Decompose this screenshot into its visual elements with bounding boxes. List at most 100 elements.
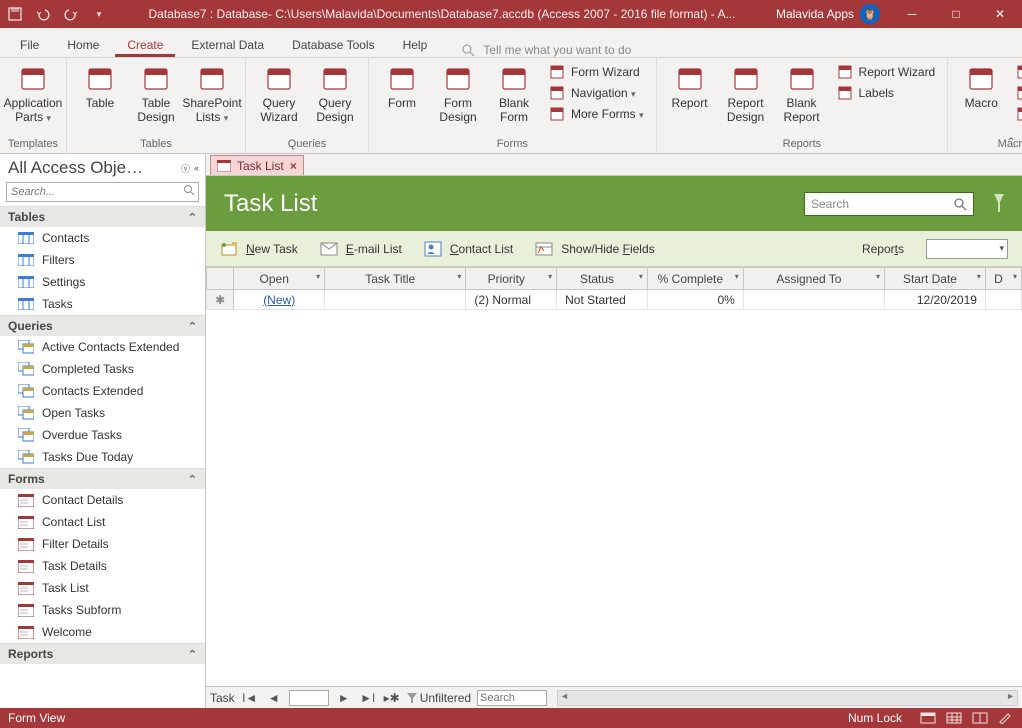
col-assigned-to[interactable]: Assigned To▾ <box>743 268 884 290</box>
cell-open[interactable]: (New) <box>234 290 325 310</box>
ribbon-table-button[interactable]: Table <box>73 60 127 111</box>
first-record-button[interactable]: I◄ <box>241 691 259 705</box>
chevron-down-icon[interactable]: ▾ <box>1013 272 1017 281</box>
chevron-down-icon[interactable]: ▾ <box>735 272 739 281</box>
task-grid[interactable]: Open▾Task Title▾Priority▾Status▾% Comple… <box>206 267 1022 686</box>
ribbon-labels-button[interactable]: Labels <box>831 83 942 103</box>
cell-start-date[interactable]: 12/20/2019 <box>885 290 986 310</box>
redo-icon[interactable] <box>62 5 80 23</box>
minimize-button[interactable]: ─ <box>890 0 934 28</box>
chevron-down-icon[interactable]: ▾ <box>977 272 981 281</box>
nav-item-settings[interactable]: Settings <box>0 271 205 293</box>
menu-file[interactable]: File <box>8 32 51 57</box>
chevron-down-icon[interactable]: ▾ <box>316 272 320 281</box>
row-selector[interactable]: ✱ <box>207 290 234 310</box>
last-record-button[interactable]: ►I <box>359 691 377 705</box>
nav-body[interactable]: Tables⌃ContactsFiltersSettingsTasksQueri… <box>0 206 205 708</box>
ribbon-report-design-button[interactable]: ReportDesign <box>719 60 773 125</box>
ribbon-form-design-button[interactable]: FormDesign <box>431 60 485 125</box>
cell-pct-complete[interactable]: 0% <box>647 290 743 310</box>
layout-view-icon[interactable] <box>972 712 988 724</box>
record-number-input[interactable] <box>289 690 329 706</box>
nav-group-reports[interactable]: Reports⌃ <box>0 643 205 664</box>
col-priority[interactable]: Priority▾ <box>466 268 557 290</box>
horizontal-scrollbar[interactable] <box>557 690 1018 706</box>
prev-record-button[interactable]: ◄ <box>265 691 283 705</box>
ribbon-blank-form-button[interactable]: BlankForm <box>487 60 541 125</box>
design-view-icon[interactable] <box>998 712 1014 724</box>
cell-status[interactable]: Not Started <box>557 290 648 310</box>
ribbon-application-parts-button[interactable]: ApplicationParts ▾ <box>6 60 60 125</box>
ribbon-query-wizard-button[interactable]: QueryWizard <box>252 60 306 125</box>
nav-group-queries[interactable]: Queries⌃ <box>0 315 205 336</box>
nav-item-task-details[interactable]: Task Details <box>0 555 205 577</box>
menu-external-data[interactable]: External Data <box>179 32 276 57</box>
cell-d[interactable] <box>985 290 1021 310</box>
nav-item-task-list[interactable]: Task List <box>0 577 205 599</box>
menu-help[interactable]: Help <box>391 32 440 57</box>
email-list-button[interactable]: E-mail List <box>320 240 402 258</box>
nav-item-contact-list[interactable]: Contact List <box>0 511 205 533</box>
maximize-button[interactable]: □ <box>934 0 978 28</box>
nav-item-contacts-extended[interactable]: Contacts Extended <box>0 380 205 402</box>
col-open[interactable]: Open▾ <box>234 268 325 290</box>
collapse-ribbon-icon[interactable]: ⌃ <box>1006 135 1016 149</box>
ribbon-report-wizard-button[interactable]: Report Wizard <box>831 62 942 82</box>
nav-item-tasks-subform[interactable]: Tasks Subform <box>0 599 205 621</box>
ribbon-macro-button[interactable]: Macro <box>954 60 1008 111</box>
nav-item-completed-tasks[interactable]: Completed Tasks <box>0 358 205 380</box>
col-status[interactable]: Status▾ <box>557 268 648 290</box>
contact-list-button[interactable]: Contact List <box>424 240 513 258</box>
menu-home[interactable]: Home <box>55 32 111 57</box>
reports-combo[interactable]: ▾ <box>926 239 1008 259</box>
tab-task-list[interactable]: Task List × <box>210 155 304 175</box>
nav-item-contact-details[interactable]: Contact Details <box>0 489 205 511</box>
col--complete[interactable]: % Complete▾ <box>647 268 743 290</box>
qat-customize-icon[interactable]: ▾ <box>90 5 108 23</box>
nav-item-filter-details[interactable]: Filter Details <box>0 533 205 555</box>
close-button[interactable]: ✕ <box>978 0 1022 28</box>
nav-item-contacts[interactable]: Contacts <box>0 227 205 249</box>
col-task-title[interactable]: Task Title▾ <box>325 268 466 290</box>
cell-priority[interactable]: (2) Normal <box>466 290 557 310</box>
ribbon-form-wizard-button[interactable]: Form Wizard <box>543 62 650 82</box>
menu-create[interactable]: Create <box>115 32 175 57</box>
search-icon[interactable] <box>183 184 195 196</box>
ribbon-report-button[interactable]: Report <box>663 60 717 111</box>
next-record-button[interactable]: ► <box>335 691 353 705</box>
new-record-row[interactable]: ✱ (New) (2) Normal Not Started 0% 12/20/… <box>207 290 1022 310</box>
new-record-button[interactable]: ▸✱ <box>383 691 401 705</box>
nav-item-active-contacts-extended[interactable]: Active Contacts Extended <box>0 336 205 358</box>
filter-indicator[interactable]: Unfiltered <box>407 691 471 705</box>
form-search-box[interactable]: Search <box>804 192 974 216</box>
chevron-down-icon[interactable]: ▾ <box>457 272 461 281</box>
ribbon-navigation-button[interactable]: Navigation ▾ <box>543 83 650 103</box>
new-task-button[interactable]: New Task <box>220 240 298 258</box>
cell-assigned-to[interactable] <box>743 290 884 310</box>
chevron-down-icon[interactable]: ▾ <box>876 272 880 281</box>
undo-icon[interactable] <box>34 5 52 23</box>
nav-shutter-icon[interactable]: « <box>194 163 199 173</box>
nav-item-overdue-tasks[interactable]: Overdue Tasks <box>0 424 205 446</box>
cell-task-title[interactable] <box>325 290 466 310</box>
menu-database-tools[interactable]: Database Tools <box>280 32 387 57</box>
ribbon-blank-report-button[interactable]: BlankReport <box>775 60 829 125</box>
nav-item-welcome[interactable]: Welcome <box>0 621 205 643</box>
nav-group-tables[interactable]: Tables⌃ <box>0 206 205 227</box>
nav-group-forms[interactable]: Forms⌃ <box>0 468 205 489</box>
funnel-icon[interactable] <box>994 192 1004 216</box>
col-d[interactable]: D▾ <box>985 268 1021 290</box>
ribbon-sharepoint-lists-button[interactable]: SharePointLists ▾ <box>185 60 239 125</box>
ribbon-table-design-button[interactable]: TableDesign <box>129 60 183 125</box>
tell-me-search[interactable]: Tell me what you want to do <box>461 43 631 57</box>
datasheet-view-icon[interactable] <box>946 712 962 724</box>
show-hide-fields-button[interactable]: Show/Hide Fields <box>535 240 654 258</box>
chevron-down-icon[interactable]: ▾ <box>548 272 552 281</box>
nav-item-filters[interactable]: Filters <box>0 249 205 271</box>
ribbon-form-button[interactable]: Form <box>375 60 429 111</box>
nav-search-input[interactable] <box>6 182 199 202</box>
save-icon[interactable] <box>6 5 24 23</box>
nav-item-tasks[interactable]: Tasks <box>0 293 205 315</box>
nav-pane-header[interactable]: All Access Obje… ⓥ « <box>0 154 205 180</box>
chevron-down-icon[interactable]: ▾ <box>639 272 643 281</box>
